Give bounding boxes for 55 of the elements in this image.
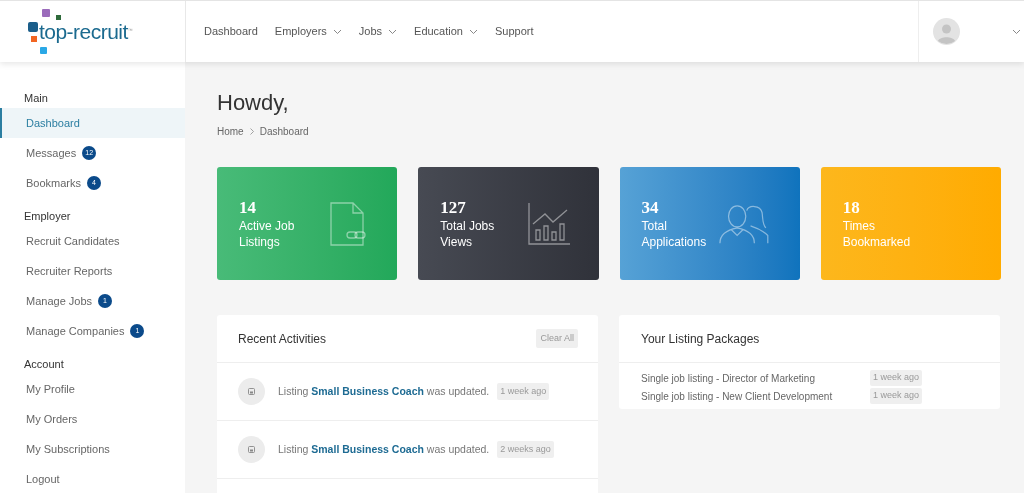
listing-link[interactable]: Small Business Coach <box>311 442 424 455</box>
chevron-right-icon <box>249 128 254 135</box>
section-title: Account <box>23 357 65 372</box>
sidebar-item-label: Dashboard <box>26 115 80 131</box>
sidebar-item[interactable]: Recruit Candidates <box>0 226 185 256</box>
sidebar-item-label: Manage Companies <box>26 323 125 339</box>
nav-link[interactable]: Employers <box>274 23 342 40</box>
sidebar-item[interactable]: Recruiter Reports <box>0 256 185 286</box>
stat-value: 14 <box>239 197 257 218</box>
nav-link[interactable]: Support <box>495 23 534 40</box>
nav-link[interactable]: Jobs <box>358 23 398 40</box>
sidebar-item[interactable]: Dashboard <box>0 108 185 138</box>
section-title: Main <box>23 91 49 106</box>
save-icon <box>238 436 265 463</box>
avatar-icon[interactable] <box>933 18 960 45</box>
stat-label: Active Job Listings <box>239 217 296 250</box>
package-name: Single job listing - New Client Development <box>641 389 834 404</box>
chevron-icon <box>1012 28 1021 35</box>
sidebar-item[interactable]: My Profile <box>0 374 185 404</box>
stat-value: 34 <box>641 197 660 218</box>
sidebar-item-label: Manage Jobs <box>26 293 93 309</box>
nav-link[interactable]: Education <box>414 23 478 40</box>
sidebar-item-label: Messages <box>26 145 77 161</box>
stat-label: Times Bookmarked <box>842 217 912 250</box>
sidebar-item-label: My Subscriptions <box>26 441 110 457</box>
stat-value: 18 <box>842 197 861 218</box>
time-badge: 1 week ago <box>870 388 923 404</box>
sidebar-item[interactable]: Logout <box>0 464 185 493</box>
sidebar-item-label: Recruiter Reports <box>26 263 113 279</box>
breadcrumb-link[interactable]: Dashboard <box>259 124 309 139</box>
time-badge: 1 week ago <box>497 382 550 401</box>
page-title: Howdy, <box>217 89 290 117</box>
bar-chart-icon <box>526 201 571 246</box>
stat-label: Total Applications <box>641 217 708 250</box>
save-icon <box>238 378 265 405</box>
sidebar-item[interactable]: My Subscriptions <box>0 434 185 464</box>
section-title: Employer <box>23 209 72 224</box>
activity-text: Listing Small Business Coach was updated. <box>278 383 490 399</box>
sidebar-item-label: Logout <box>26 471 60 487</box>
sidebar-item-label: Recruit Candidates <box>26 233 120 249</box>
sidebar-item[interactable]: My Orders <box>0 404 185 434</box>
time-badge: 2 weeks ago <box>497 440 554 459</box>
stat-label: Total Jobs Views <box>440 217 496 250</box>
package-name: Single job listing - Director of Marketing <box>641 371 816 386</box>
panel-title: Your Listing Packages <box>641 330 760 348</box>
breadcrumb-link[interactable]: Home <box>217 124 244 139</box>
time-badge: 1 week ago <box>870 370 923 386</box>
activity-text: Listing Small Business Coach was updated. <box>278 441 490 457</box>
sidebar-item-label: Bookmarks <box>26 175 82 191</box>
panel-title: Recent Activities <box>238 330 327 348</box>
sidebar-item-label: My Orders <box>26 411 78 427</box>
nav-link[interactable]: Dashboard <box>204 23 258 40</box>
stat-value: 127 <box>440 197 467 218</box>
sidebar-item-label: My Profile <box>26 381 75 397</box>
listing-link[interactable]: Small Business Coach <box>311 384 424 397</box>
